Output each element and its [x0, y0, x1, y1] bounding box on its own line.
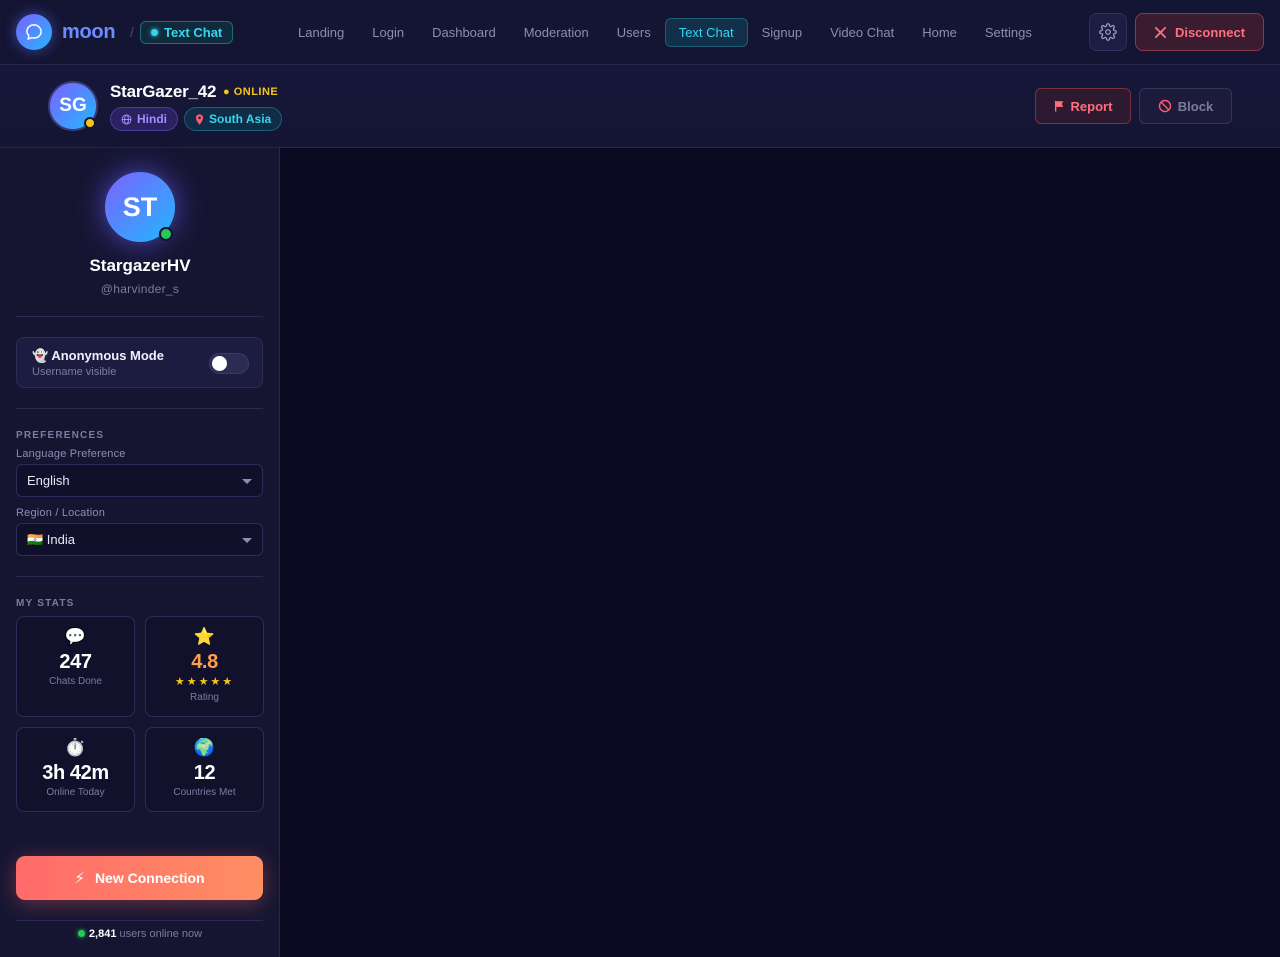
online-suffix: users online now — [119, 928, 203, 940]
disconnect-label: Disconnect — [1174, 24, 1246, 40]
lightning-icon: ⚡ — [74, 870, 85, 887]
toggle-knob — [212, 356, 227, 371]
region-select[interactable]: 🇮🇳 India — [16, 523, 263, 556]
chat-message-area — [280, 148, 1280, 957]
star-icon: ⭐ — [193, 627, 216, 646]
divider — [16, 920, 263, 921]
brand-name[interactable]: moon — [62, 21, 116, 44]
nav-home[interactable]: Home — [908, 18, 971, 47]
disconnect-button[interactable]: Disconnect — [1135, 13, 1264, 51]
nav-video-chat[interactable]: Video Chat — [816, 18, 908, 47]
my-display-name: StargazerHV — [89, 256, 191, 275]
stat-card-chats: 💬 247 Chats Done — [16, 616, 135, 717]
nav-moderation[interactable]: Moderation — [510, 18, 603, 47]
stat-card-online-today: ⏱️ 3h 42m Online Today — [16, 727, 135, 812]
region-select-value: 🇮🇳 India — [27, 531, 75, 547]
my-handle: @harvinder_s — [100, 282, 180, 296]
stat-card-countries: 🌍 12 Countries Met — [145, 727, 264, 812]
stat-value: 4.8 — [191, 651, 218, 673]
divider — [16, 316, 263, 317]
stat-label: Countries Met — [173, 787, 236, 798]
main-nav: Landing Login Dashboard Moderation Users… — [284, 18, 1046, 47]
new-connection-label: New Connection — [94, 870, 205, 886]
anonymous-mode-card: 👻 Anonymous Mode Username visible — [16, 337, 263, 388]
divider — [16, 408, 263, 409]
language-preference-label: Language Preference — [16, 448, 126, 460]
globe-icon: 🌍 — [193, 738, 216, 757]
new-connection-button[interactable]: ⚡ New Connection — [16, 856, 263, 900]
breadcrumb-separator: / — [130, 24, 134, 40]
profile-sidebar: ST StargazerHV @harvinder_s 👻 Anonymous … — [0, 148, 280, 957]
users-online-status: 2,841 users online now — [0, 928, 280, 940]
flag-icon — [1054, 100, 1063, 112]
chevron-down-icon — [242, 538, 252, 543]
breadcrumb-current-page: Text Chat — [140, 21, 234, 44]
gear-icon — [1099, 23, 1117, 41]
partner-name: StarGazer_42 — [110, 82, 217, 101]
region-location-label: Region / Location — [16, 507, 106, 519]
partner-status-dot — [84, 117, 96, 129]
preferences-heading: PREFERENCES — [16, 430, 105, 441]
nav-dashboard[interactable]: Dashboard — [418, 18, 510, 47]
nav-settings[interactable]: Settings — [971, 18, 1046, 47]
stat-card-rating: ⭐ 4.8 ★★★★★ Rating — [145, 616, 264, 717]
chat-partner-bar: SG StarGazer_42 ● ONLINE Hindi South Asi… — [0, 65, 1280, 148]
location-pin-icon — [195, 113, 204, 125]
report-button[interactable]: Report — [1035, 88, 1131, 124]
partner-language-label: Hindi — [137, 112, 167, 126]
block-icon — [1158, 99, 1172, 113]
stat-label: Online Today — [46, 787, 105, 798]
partner-online-status: ● ONLINE — [223, 86, 279, 98]
my-status-dot — [159, 227, 173, 241]
anonymous-mode-title: 👻 Anonymous Mode — [32, 348, 164, 363]
report-label: Report — [1070, 98, 1113, 114]
language-select[interactable]: English — [16, 464, 263, 497]
partner-tags: Hindi South Asia — [110, 107, 283, 131]
stat-value: 3h 42m — [42, 762, 109, 784]
block-button[interactable]: Block — [1139, 88, 1232, 124]
nav-users[interactable]: Users — [603, 18, 665, 47]
live-dot-icon — [151, 29, 158, 36]
partner-region-label: South Asia — [209, 112, 272, 126]
anonymous-mode-toggle[interactable] — [209, 353, 249, 374]
chat-bubble-logo-icon[interactable] — [16, 14, 52, 50]
chevron-down-icon — [242, 479, 252, 484]
partner-language-tag: Hindi — [110, 107, 178, 131]
anonymous-mode-subtitle: Username visible — [32, 366, 117, 378]
stopwatch-icon: ⏱️ — [64, 738, 87, 757]
nav-login[interactable]: Login — [358, 18, 418, 47]
divider — [16, 576, 263, 577]
online-count: 2,841 — [88, 928, 117, 940]
language-select-value: English — [27, 473, 70, 488]
nav-signup[interactable]: Signup — [748, 18, 816, 47]
globe-icon — [121, 114, 132, 124]
stat-value: 247 — [59, 651, 92, 673]
stat-label: Rating — [190, 692, 219, 703]
close-icon — [1154, 26, 1167, 38]
settings-button[interactable] — [1089, 13, 1127, 51]
stat-value: 12 — [193, 762, 216, 784]
online-dot-icon — [77, 930, 85, 937]
my-stats-heading: MY STATS — [16, 598, 75, 609]
rating-stars: ★★★★★ — [174, 676, 235, 688]
breadcrumb-label: Text Chat — [164, 25, 223, 40]
nav-landing[interactable]: Landing — [284, 18, 358, 47]
speech-bubble-icon: 💬 — [64, 627, 87, 646]
block-label: Block — [1177, 98, 1214, 114]
top-navigation-bar: moon / Text Chat Landing Login Dashboard… — [0, 0, 1280, 65]
nav-text-chat[interactable]: Text Chat — [664, 18, 748, 47]
partner-region-tag: South Asia — [184, 107, 283, 131]
stat-label: Chats Done — [49, 676, 102, 687]
